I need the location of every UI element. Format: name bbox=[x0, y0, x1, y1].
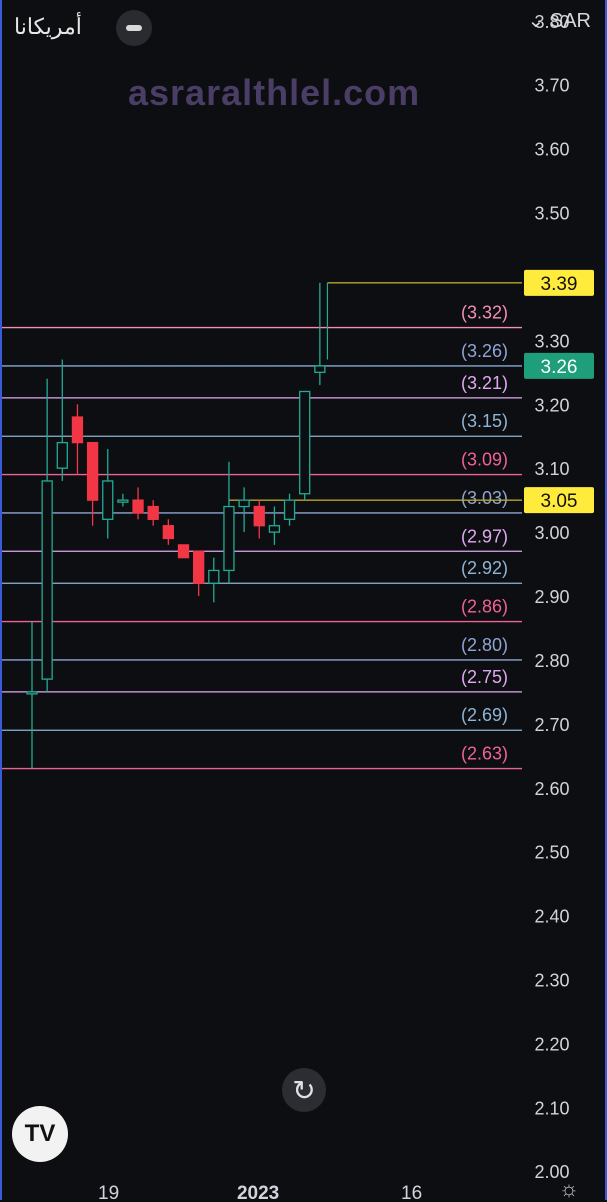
candle-body bbox=[162, 525, 175, 540]
level-label: (2.69) bbox=[461, 705, 508, 725]
minus-icon bbox=[126, 25, 142, 31]
y-tick-label: 3.50 bbox=[534, 204, 569, 224]
candle-body bbox=[102, 480, 114, 520]
candle-body bbox=[223, 505, 235, 572]
level-label: (2.80) bbox=[461, 635, 508, 655]
y-tick-label: 2.90 bbox=[534, 587, 569, 607]
level-label: (2.86) bbox=[461, 597, 508, 617]
level-label: (2.97) bbox=[461, 526, 508, 546]
y-tick-label: 2.70 bbox=[534, 715, 569, 735]
candle-body bbox=[177, 544, 190, 559]
y-tick-label: 3.10 bbox=[534, 459, 569, 479]
candle-body bbox=[117, 499, 129, 503]
y-tick-label: 3.00 bbox=[534, 523, 569, 543]
price-chart[interactable]: 3.803.703.603.503.303.203.103.002.902.80… bbox=[0, 0, 607, 1200]
candle-body bbox=[71, 416, 84, 444]
candle-body bbox=[283, 499, 296, 520]
candle-body bbox=[208, 569, 220, 584]
collapse-button[interactable] bbox=[116, 10, 152, 46]
candle-body bbox=[41, 480, 53, 680]
tradingview-logo[interactable]: TV bbox=[12, 1106, 68, 1162]
level-label: (2.92) bbox=[461, 558, 508, 578]
candle-body bbox=[299, 390, 311, 495]
x-tick-label: 19 bbox=[98, 1183, 119, 1200]
y-tick-label: 2.10 bbox=[534, 1098, 569, 1118]
y-tick-label: 2.20 bbox=[534, 1034, 569, 1054]
y-tick-label: 3.60 bbox=[534, 140, 569, 160]
y-tick-label: 2.40 bbox=[534, 907, 569, 927]
level-label: (3.32) bbox=[461, 303, 508, 323]
price-badge-label: 3.26 bbox=[541, 357, 578, 378]
y-tick-label: 2.80 bbox=[534, 651, 569, 671]
candle-body bbox=[238, 499, 250, 508]
candle-body bbox=[132, 499, 144, 514]
level-label: (3.09) bbox=[461, 450, 508, 470]
y-tick-label: 2.50 bbox=[534, 843, 569, 863]
candle-body bbox=[56, 441, 68, 469]
currency-selector[interactable]: ⌄ SAR bbox=[528, 8, 591, 33]
y-tick-label: 3.30 bbox=[534, 331, 569, 351]
settings-icon[interactable]: ☼ bbox=[559, 1176, 579, 1202]
level-label: (3.03) bbox=[461, 488, 508, 508]
y-tick-label: 3.70 bbox=[534, 76, 569, 96]
level-label: (2.63) bbox=[461, 744, 508, 764]
y-tick-label: 2.60 bbox=[534, 779, 569, 799]
reset-button[interactable]: ↻ bbox=[282, 1068, 326, 1112]
y-tick-label: 3.20 bbox=[534, 395, 569, 415]
chevron-down-icon: ⌄ bbox=[527, 10, 545, 32]
watermark: asraralthlel.com bbox=[128, 72, 421, 113]
level-label: (3.15) bbox=[461, 411, 508, 431]
candle-body bbox=[192, 550, 205, 584]
price-badge-label: 3.05 bbox=[541, 491, 578, 512]
candle-body bbox=[147, 505, 159, 520]
level-label: (3.21) bbox=[461, 373, 508, 393]
candle-body bbox=[314, 365, 326, 373]
y-tick-label: 2.30 bbox=[534, 970, 569, 990]
candle-body bbox=[86, 441, 99, 501]
currency-label: SAR bbox=[549, 10, 591, 32]
candle-body bbox=[253, 505, 265, 527]
x-tick-label: 16 bbox=[401, 1183, 422, 1200]
level-label: (2.75) bbox=[461, 667, 508, 687]
level-label: (3.26) bbox=[461, 341, 508, 361]
reset-icon: ↻ bbox=[292, 1074, 316, 1106]
symbol-title[interactable]: أمريكانا bbox=[14, 14, 82, 40]
x-tick-label: 2023 bbox=[237, 1183, 279, 1200]
candle-body bbox=[268, 525, 281, 533]
candle-body bbox=[26, 691, 38, 695]
price-badge-label: 3.39 bbox=[541, 274, 578, 295]
